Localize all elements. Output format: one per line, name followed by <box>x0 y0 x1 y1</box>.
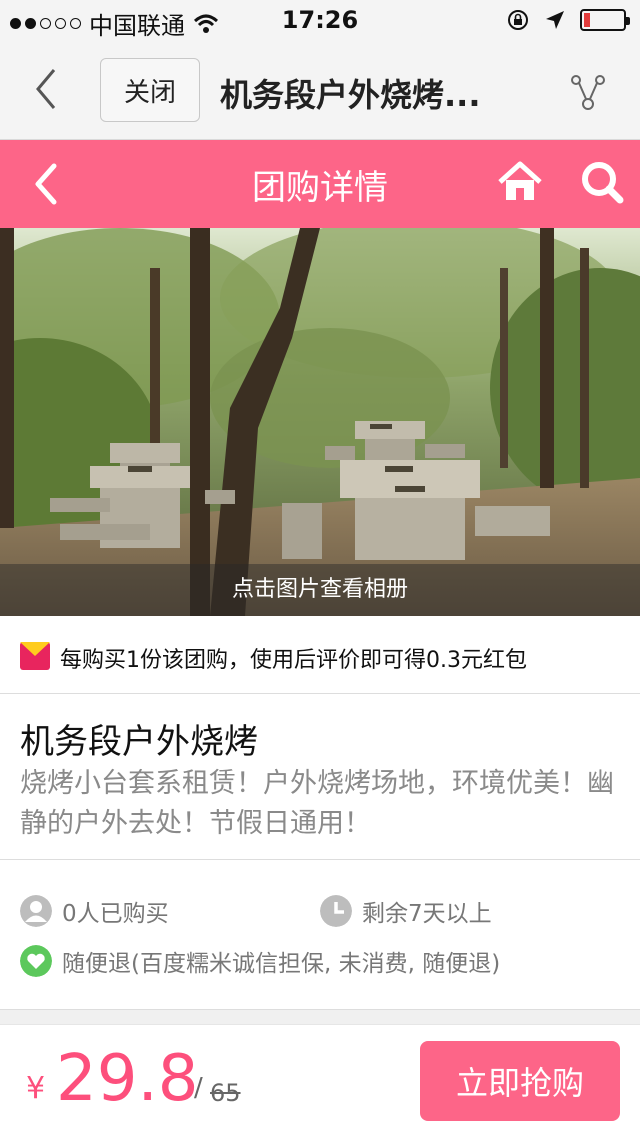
buy-bar: ¥ 29.8 / 65 立即抢购 <box>0 1024 640 1136</box>
browser-back-icon[interactable] <box>28 64 68 114</box>
page-title: 团购详情 <box>252 168 388 208</box>
buy-now-button[interactable]: 立即抢购 <box>420 1041 620 1121</box>
battery-icon <box>580 9 630 31</box>
currency-symbol: ¥ <box>26 1071 46 1106</box>
deal-info: 0人已购买 剩余7天以上 随便退(百度糯米诚信担保, 未消费, 随便退) <box>0 860 640 1010</box>
promo-row: 每购买1份该团购，使用后评价即可得0.3元红包 <box>0 616 640 694</box>
rotation-lock-icon <box>508 10 528 30</box>
promo-text: 每购买1份该团购，使用后评价即可得0.3元红包 <box>60 648 527 673</box>
bought-count: 0人已购买 <box>62 901 169 927</box>
refund-policy-row: 随便退(百度糯米诚信担保, 未消费, 随便退) <box>20 944 500 978</box>
product-section: 机务段户外烧烤 烧烤小台套系租赁！户外烧烤场地，环境优美！幽静的户外去处！节假日… <box>0 694 640 860</box>
share-icon[interactable] <box>568 70 608 112</box>
price-separator: / <box>194 1073 203 1103</box>
home-icon[interactable] <box>496 158 544 206</box>
heart-icon <box>20 945 52 977</box>
browser-title: 机务段户外烧烤... <box>220 76 481 114</box>
status-bar: 中国联通 17:26 <box>0 0 640 40</box>
remaining-time: 剩余7天以上 <box>362 901 492 927</box>
user-icon <box>20 895 52 927</box>
status-right <box>506 8 630 32</box>
view-album-caption[interactable]: 点击图片查看相册 <box>0 564 640 616</box>
section-divider <box>0 1010 640 1024</box>
search-icon[interactable] <box>578 158 626 206</box>
browser-bar: 关闭 机务段户外烧烤... <box>0 40 640 140</box>
product-title: 机务段户外烧烤 <box>20 722 258 762</box>
close-button[interactable]: 关闭 <box>100 58 200 122</box>
nav-bar: 团购详情 <box>0 140 640 228</box>
remaining-time-row: 剩余7天以上 <box>320 894 492 928</box>
deal-price: 29.8 <box>56 1042 199 1116</box>
forest-bbq-photo <box>0 228 640 616</box>
original-price: 65 <box>210 1079 241 1107</box>
product-photo[interactable]: 点击图片查看相册 <box>0 228 640 616</box>
red-envelope-icon <box>20 642 50 670</box>
refund-policy: 随便退(百度糯米诚信担保, 未消费, 随便退) <box>62 951 501 977</box>
clock-icon <box>320 895 352 927</box>
product-description: 烧烤小台套系租赁！户外烧烤场地，环境优美！幽静的户外去处！节假日通用！ <box>20 768 614 839</box>
location-arrow-icon <box>546 11 564 29</box>
bought-count-row: 0人已购买 <box>20 894 169 928</box>
